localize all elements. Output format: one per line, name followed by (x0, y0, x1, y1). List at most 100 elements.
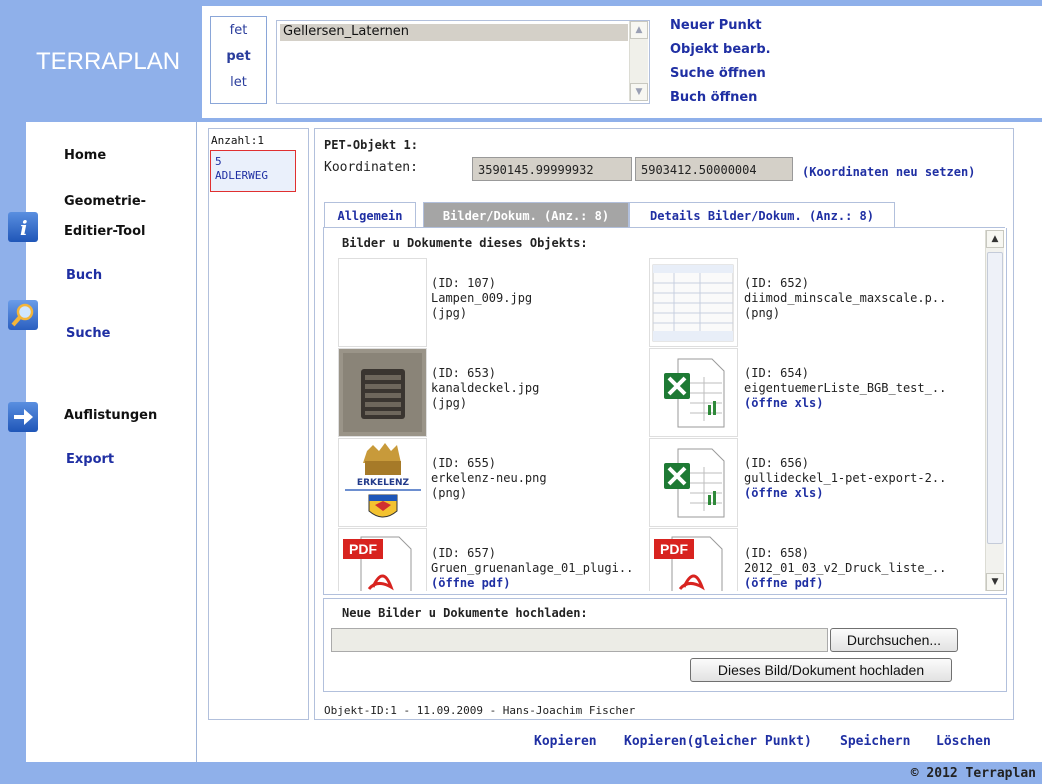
documents-title: Bilder u Dokumente dieses Objekts: (342, 236, 588, 250)
doc-thumb-653[interactable] (338, 348, 427, 437)
scroll-down-icon[interactable]: ▼ (986, 573, 1004, 591)
doc-open-pdf-link[interactable]: (öffne pdf) (431, 576, 633, 591)
open-book-link[interactable]: Buch öffnen (670, 90, 757, 105)
doc-info-107: (ID: 107) Lampen_009.jpg (jpg) (431, 276, 532, 321)
sidebar-item-export[interactable]: Export (66, 452, 114, 467)
project-name: Gellersen_Laternen (283, 24, 410, 39)
copy-link[interactable]: Kopieren (534, 734, 597, 749)
project-scrollbar[interactable]: ▲ ▼ (629, 21, 648, 101)
scroll-up-icon[interactable]: ▲ (986, 230, 1004, 248)
sidebar-item-geometry-2[interactable]: Editier-Tool (64, 224, 146, 239)
tab-general[interactable]: Allgemein (324, 202, 416, 228)
doc-info-658: (ID: 658) 2012_01_03_v2_Druck_liste_.. (… (744, 546, 946, 591)
svg-text:ERKELENZ: ERKELENZ (357, 478, 410, 488)
save-link[interactable]: Speichern (840, 734, 910, 749)
edit-object-link[interactable]: Objekt bearb. (670, 42, 771, 57)
sidebar-item-search[interactable]: Suche (66, 326, 110, 341)
file-path-input[interactable] (331, 628, 828, 652)
doc-filename: erkelenz-neu.png (431, 471, 547, 485)
tab-details-images-docs[interactable]: Details Bilder/Dokum. (Anz.: 8) (629, 202, 895, 228)
new-point-link[interactable]: Neuer Punkt (670, 18, 762, 33)
doc-thumb-657[interactable]: PDF (338, 528, 427, 591)
coordinates-label: Koordinaten: (324, 160, 418, 175)
table-screenshot-icon (652, 264, 734, 342)
list-item-street: ADLERWEG (215, 169, 268, 182)
sidebar-item-lists[interactable]: Auflistungen (64, 408, 157, 423)
doc-filename: 2012_01_03_v2_Druck_liste_.. (744, 561, 947, 575)
doc-id: (ID: 653) (431, 366, 497, 380)
doc-open-pdf-link[interactable]: (öffne pdf) (744, 576, 946, 591)
list-item-number: 5 (215, 155, 222, 168)
tab-images-docs[interactable]: Bilder/Dokum. (Anz.: 8) (423, 202, 629, 228)
svg-text:i: i (20, 216, 28, 240)
layer-fet[interactable]: fet (211, 23, 266, 38)
magnifier-icon[interactable] (8, 300, 38, 330)
doc-type: (png) (744, 306, 781, 320)
doc-thumb-107[interactable] (338, 258, 427, 347)
browse-button[interactable]: Durchsuchen... (830, 628, 958, 652)
doc-thumb-652[interactable] (649, 258, 738, 347)
manhole-photo (339, 349, 426, 436)
scroll-up-icon[interactable]: ▲ (630, 21, 648, 39)
doc-filename: eigentuemerListe_BGB_test_.. (744, 381, 947, 395)
layer-selector: fet pet let (210, 16, 267, 104)
doc-open-xls-link[interactable]: (öffne xls) (744, 396, 946, 411)
sidebar-item-home[interactable]: Home (64, 148, 106, 163)
copy-same-point-link[interactable]: Kopieren(gleicher Punkt) (624, 734, 812, 749)
svg-text:PDF: PDF (349, 541, 377, 557)
arrow-right-icon[interactable] (8, 402, 38, 432)
doc-info-657: (ID: 657) Gruen_gruenanlage_01_plugi.. (… (431, 546, 633, 591)
doc-id: (ID: 652) (744, 276, 810, 290)
doc-thumb-655[interactable]: ERKELENZ (338, 438, 427, 527)
doc-info-655: (ID: 655) erkelenz-neu.png (png) (431, 456, 547, 501)
sidebar-item-geometry-1[interactable]: Geometrie- (64, 194, 146, 209)
doc-type: (jpg) (431, 396, 468, 410)
doc-filename: gullideckel_1-pet-export-2.. (744, 471, 947, 485)
pdf-icon: PDF (343, 536, 412, 591)
terraplan-logo: TERRAPLAN (36, 48, 181, 75)
doc-thumb-658[interactable]: PDF (649, 528, 738, 591)
doc-id: (ID: 655) (431, 456, 497, 470)
doc-id: (ID: 654) (744, 366, 810, 380)
upload-button[interactable]: Dieses Bild/Dokument hochladen (690, 658, 952, 682)
excel-icon (664, 358, 725, 428)
layer-pet[interactable]: pet (211, 49, 266, 64)
pdf-icon: PDF (654, 536, 723, 591)
doc-type: (png) (431, 486, 468, 500)
open-search-link[interactable]: Suche öffnen (670, 66, 766, 81)
upload-title: Neue Bilder u Dokumente hochladen: (342, 606, 588, 620)
object-meta: Objekt-ID:1 - 11.09.2009 - Hans-Joachim … (324, 704, 636, 717)
doc-info-654: (ID: 654) eigentuemerListe_BGB_test_.. (… (744, 366, 946, 411)
doc-thumb-654[interactable] (649, 348, 738, 437)
layer-let[interactable]: let (211, 75, 266, 90)
doc-open-xls-link[interactable]: (öffne xls) (744, 486, 946, 501)
footer-bar (0, 762, 1042, 784)
list-item[interactable]: 5 ADLERWEG (210, 150, 296, 192)
doc-id: (ID: 107) (431, 276, 497, 290)
doc-filename: diimod_minscale_maxscale.p.. (744, 291, 947, 305)
sidebar (26, 122, 197, 762)
erkelenz-crest-icon: ERKELENZ (345, 443, 421, 518)
info-icon[interactable]: i (8, 212, 38, 242)
doc-id: (ID: 658) (744, 546, 810, 560)
doc-info-653: (ID: 653) kanaldeckel.jpg (jpg) (431, 366, 539, 411)
doc-filename: kanaldeckel.jpg (431, 381, 540, 395)
doc-id: (ID: 657) (431, 546, 497, 560)
doc-filename: Lampen_009.jpg (431, 291, 533, 305)
coordinate-x-field[interactable]: 3590145.99999932 (472, 157, 632, 181)
doc-info-656: (ID: 656) gullideckel_1-pet-export-2.. (… (744, 456, 946, 501)
object-list-panel (208, 128, 309, 720)
delete-link[interactable]: Löschen (936, 734, 991, 749)
coordinate-y-field[interactable]: 5903412.50000004 (635, 157, 793, 181)
svg-text:PDF: PDF (660, 541, 688, 557)
object-title: PET-Objekt 1: (324, 138, 418, 152)
sidebar-item-book[interactable]: Buch (66, 268, 102, 283)
doc-type: (jpg) (431, 306, 468, 320)
copyright: © 2012 Terraplan (910, 766, 1036, 781)
tool-title: Punkt-Editier-Tool (872, 52, 993, 68)
doc-thumb-656[interactable] (649, 438, 738, 527)
reset-coordinates-link[interactable]: (Koordinaten neu setzen) (802, 165, 975, 179)
scrollbar-thumb[interactable] (987, 252, 1003, 544)
scroll-down-icon[interactable]: ▼ (630, 83, 648, 101)
excel-icon (664, 448, 725, 518)
